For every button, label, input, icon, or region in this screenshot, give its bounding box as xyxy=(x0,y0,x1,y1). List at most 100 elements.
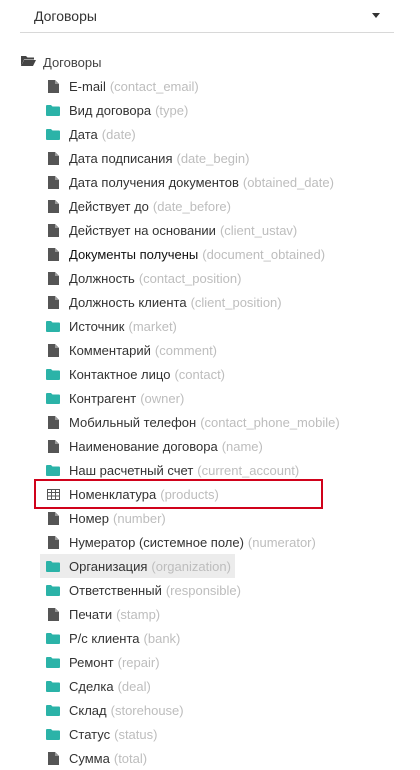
file-icon xyxy=(46,247,60,261)
folder-icon xyxy=(46,703,60,717)
tree-item[interactable]: Комментарий (comment) xyxy=(46,338,217,362)
tree-item-label: Должность xyxy=(69,270,135,286)
file-icon xyxy=(46,751,60,765)
tree-item[interactable]: Номенклатура (products) xyxy=(46,482,219,506)
tree-item[interactable]: Действует до (date_before) xyxy=(46,194,231,218)
folder-icon xyxy=(46,367,60,381)
tree-item[interactable]: Наш расчетный счет (current_account) xyxy=(46,458,299,482)
tree-item-label: Мобильный телефон xyxy=(69,414,197,430)
tree-item-code: (number) xyxy=(113,510,166,526)
tree-item[interactable]: Мобильный телефон (contact_phone_mobile) xyxy=(46,410,340,434)
tree-root-label: Договоры xyxy=(43,54,102,70)
tree-item-label: Контрагент xyxy=(69,390,137,406)
tree-item[interactable]: Источник (market) xyxy=(46,314,177,338)
tree-item[interactable]: Номер (number) xyxy=(46,506,166,530)
tree-item[interactable]: Действует на основании (client_ustav) xyxy=(46,218,297,242)
entity-select-value: Договоры xyxy=(34,8,97,24)
folder-icon xyxy=(46,463,60,477)
file-icon xyxy=(46,295,60,309)
folder-icon xyxy=(46,727,60,741)
tree-item[interactable]: Документы получены (document_obtained) xyxy=(46,242,325,266)
tree-item[interactable]: Ответственный (responsible) xyxy=(46,578,241,602)
tree-item[interactable]: Сумма (total) xyxy=(46,746,147,770)
tree-item[interactable]: Должность (contact_position) xyxy=(46,266,241,290)
tree-item-label: Должность клиента xyxy=(69,294,187,310)
tree-item-label: Сделка xyxy=(69,678,114,694)
folder-icon xyxy=(46,655,60,669)
folder-icon xyxy=(46,103,60,117)
tree-item[interactable]: Дата получения документов (obtained_date) xyxy=(46,170,334,194)
tree-item-code: (current_account) xyxy=(197,462,300,478)
file-icon xyxy=(46,175,60,189)
file-icon xyxy=(46,271,60,285)
tree-item[interactable]: Сделка (deal) xyxy=(46,674,151,698)
tree-item[interactable]: Дата (date) xyxy=(46,122,136,146)
tree-item-code: (date_before) xyxy=(152,198,231,214)
folder-icon xyxy=(46,583,60,597)
tree-item[interactable]: Р/с клиента (bank) xyxy=(46,626,180,650)
tree-item-label: Действует до xyxy=(69,198,149,214)
tree-item-label: Номенклатура xyxy=(69,486,157,502)
tree-item-label: Наименование договора xyxy=(69,438,218,454)
tree-item-code: (market) xyxy=(128,318,177,334)
tree-item-code: (owner) xyxy=(140,390,185,406)
chevron-down-icon[interactable] xyxy=(372,13,380,18)
file-icon xyxy=(46,415,60,429)
tree-item-label: Сумма xyxy=(69,750,110,766)
tree-item-code: (contact_email) xyxy=(109,78,199,94)
file-icon xyxy=(46,439,60,453)
tree-item-code: (status) xyxy=(114,726,158,742)
tree-item-code: (total) xyxy=(113,750,148,766)
tree-item-label: Вид договора xyxy=(69,102,152,118)
tree-item-label: Номер xyxy=(69,510,110,526)
entity-select[interactable]: Договоры xyxy=(20,0,394,33)
tree-item-code: (stamp) xyxy=(116,606,161,622)
tree-item-label: Печати xyxy=(69,606,113,622)
tree-item[interactable]: Печати (stamp) xyxy=(46,602,160,626)
tree-item-code: (date_begin) xyxy=(176,150,250,166)
tree-item-label: Наш расчетный счет xyxy=(69,462,194,478)
tree-item[interactable]: Организация (organization) xyxy=(40,554,235,578)
file-icon xyxy=(46,79,60,93)
tree-item-label: Дата подписания xyxy=(69,150,173,166)
tree-item-label: Ответственный xyxy=(69,582,162,598)
tree-item-code: (bank) xyxy=(143,630,181,646)
tree-item[interactable]: Ремонт (repair) xyxy=(46,650,160,674)
tree-item-code: (products) xyxy=(160,486,219,502)
tree-item[interactable]: Склад (storehouse) xyxy=(46,698,184,722)
tree-item[interactable]: Дата подписания (date_begin) xyxy=(46,146,249,170)
tree-item-label: Действует на основании xyxy=(69,222,216,238)
folder-icon xyxy=(46,319,60,333)
tree-item[interactable]: Контрагент (owner) xyxy=(46,386,184,410)
folder-icon xyxy=(46,127,60,141)
tree-item[interactable]: Нумератор (системное поле) (numerator) xyxy=(46,530,316,554)
file-icon xyxy=(46,511,60,525)
tree-item[interactable]: Должность клиента (client_position) xyxy=(46,290,282,314)
tree-item-code: (document_obtained) xyxy=(202,246,326,262)
tree-item-code: (client_position) xyxy=(190,294,282,310)
folder-icon xyxy=(46,391,60,405)
tree-item-label: E-mail xyxy=(69,78,106,94)
folder-icon xyxy=(46,559,60,573)
folder-icon xyxy=(46,679,60,693)
tree-item-code: (contact) xyxy=(174,366,226,382)
tree-item-label: Р/с клиента xyxy=(69,630,140,646)
folder-icon xyxy=(46,631,60,645)
tree-item[interactable]: E-mail (contact_email) xyxy=(46,74,199,98)
tree-item-code: (responsible) xyxy=(165,582,241,598)
tree-item-label: Источник xyxy=(69,318,125,334)
tree-item-code: (comment) xyxy=(154,342,218,358)
tree-item-label: Ремонт xyxy=(69,654,114,670)
file-icon xyxy=(46,607,60,621)
tree-item-label: Дата получения документов xyxy=(69,174,239,190)
tree-item-label: Комментарий xyxy=(69,342,151,358)
tree-item[interactable]: Вид договора (type) xyxy=(46,98,188,122)
tree-item-code: (storehouse) xyxy=(110,702,184,718)
tree-item-code: (obtained_date) xyxy=(242,174,334,190)
file-icon xyxy=(46,151,60,165)
tree-item[interactable]: Наименование договора (name) xyxy=(46,434,263,458)
file-icon xyxy=(46,223,60,237)
tree-root[interactable]: Договоры xyxy=(20,50,101,74)
tree-item[interactable]: Статус (status) xyxy=(46,722,157,746)
tree-item[interactable]: Контактное лицо (contact) xyxy=(46,362,225,386)
